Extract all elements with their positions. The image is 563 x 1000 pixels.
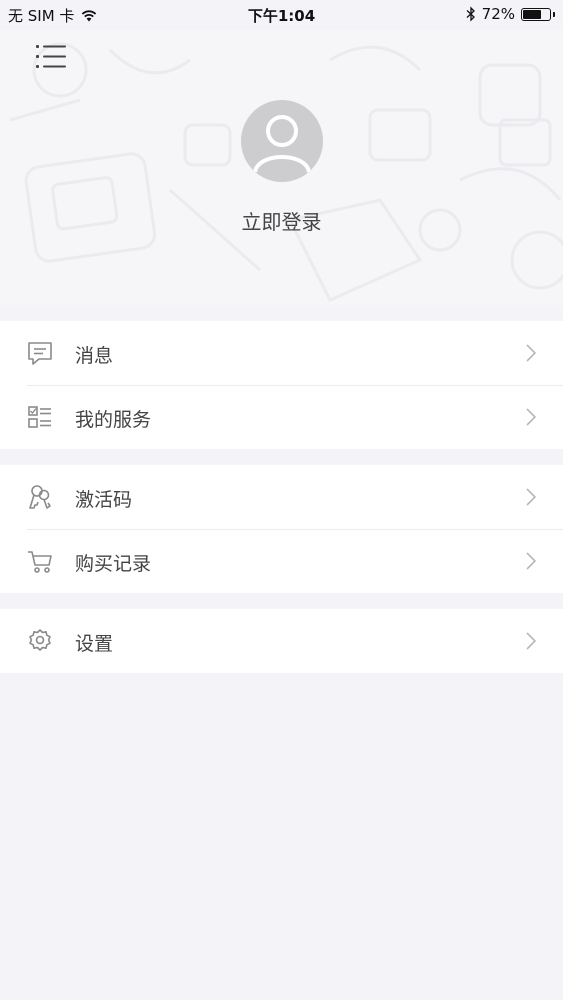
menu-group-3: 设置 (0, 609, 563, 673)
menu-item-my-services[interactable]: 我的服务 (0, 385, 563, 449)
user-silhouette-icon (253, 115, 311, 173)
menu-group-1: 消息 我的服务 (0, 321, 563, 449)
status-bar: 无 SIM 卡 下午1:04 72% (0, 0, 563, 30)
menu-item-settings[interactable]: 设置 (0, 609, 563, 673)
chevron-right-icon (526, 632, 537, 650)
status-right: 72% (466, 5, 555, 23)
key-icon (29, 485, 51, 509)
avatar[interactable] (241, 100, 323, 182)
menu-item-activation-code[interactable]: 激活码 (0, 465, 563, 529)
menu-item-label: 购买记录 (75, 553, 152, 575)
profile-header: 立即登录 (0, 30, 563, 305)
bluetooth-icon (466, 6, 475, 22)
hamburger-menu-icon[interactable] (36, 44, 66, 70)
menu-item-purchase-history[interactable]: 购买记录 (0, 529, 563, 593)
chevron-right-icon (526, 552, 537, 570)
battery-level (523, 9, 541, 19)
chevron-right-icon (526, 408, 537, 426)
battery-percent: 72% (481, 5, 515, 23)
menu-group-2: 激活码 购买记录 (0, 465, 563, 593)
menu-item-label: 消息 (75, 345, 114, 367)
chevron-right-icon (526, 344, 537, 362)
menu-item-messages[interactable]: 消息 (0, 321, 563, 385)
cart-icon (28, 551, 52, 573)
message-icon (28, 342, 52, 365)
gear-icon (29, 629, 51, 651)
menu-item-label: 设置 (75, 633, 114, 655)
battery-tip (553, 11, 555, 17)
battery-icon (521, 7, 551, 21)
chevron-right-icon (526, 488, 537, 506)
menu-item-label: 我的服务 (75, 409, 152, 431)
menu-item-label: 激活码 (75, 489, 133, 511)
service-list-icon (28, 406, 51, 428)
login-button[interactable]: 立即登录 (0, 206, 563, 235)
